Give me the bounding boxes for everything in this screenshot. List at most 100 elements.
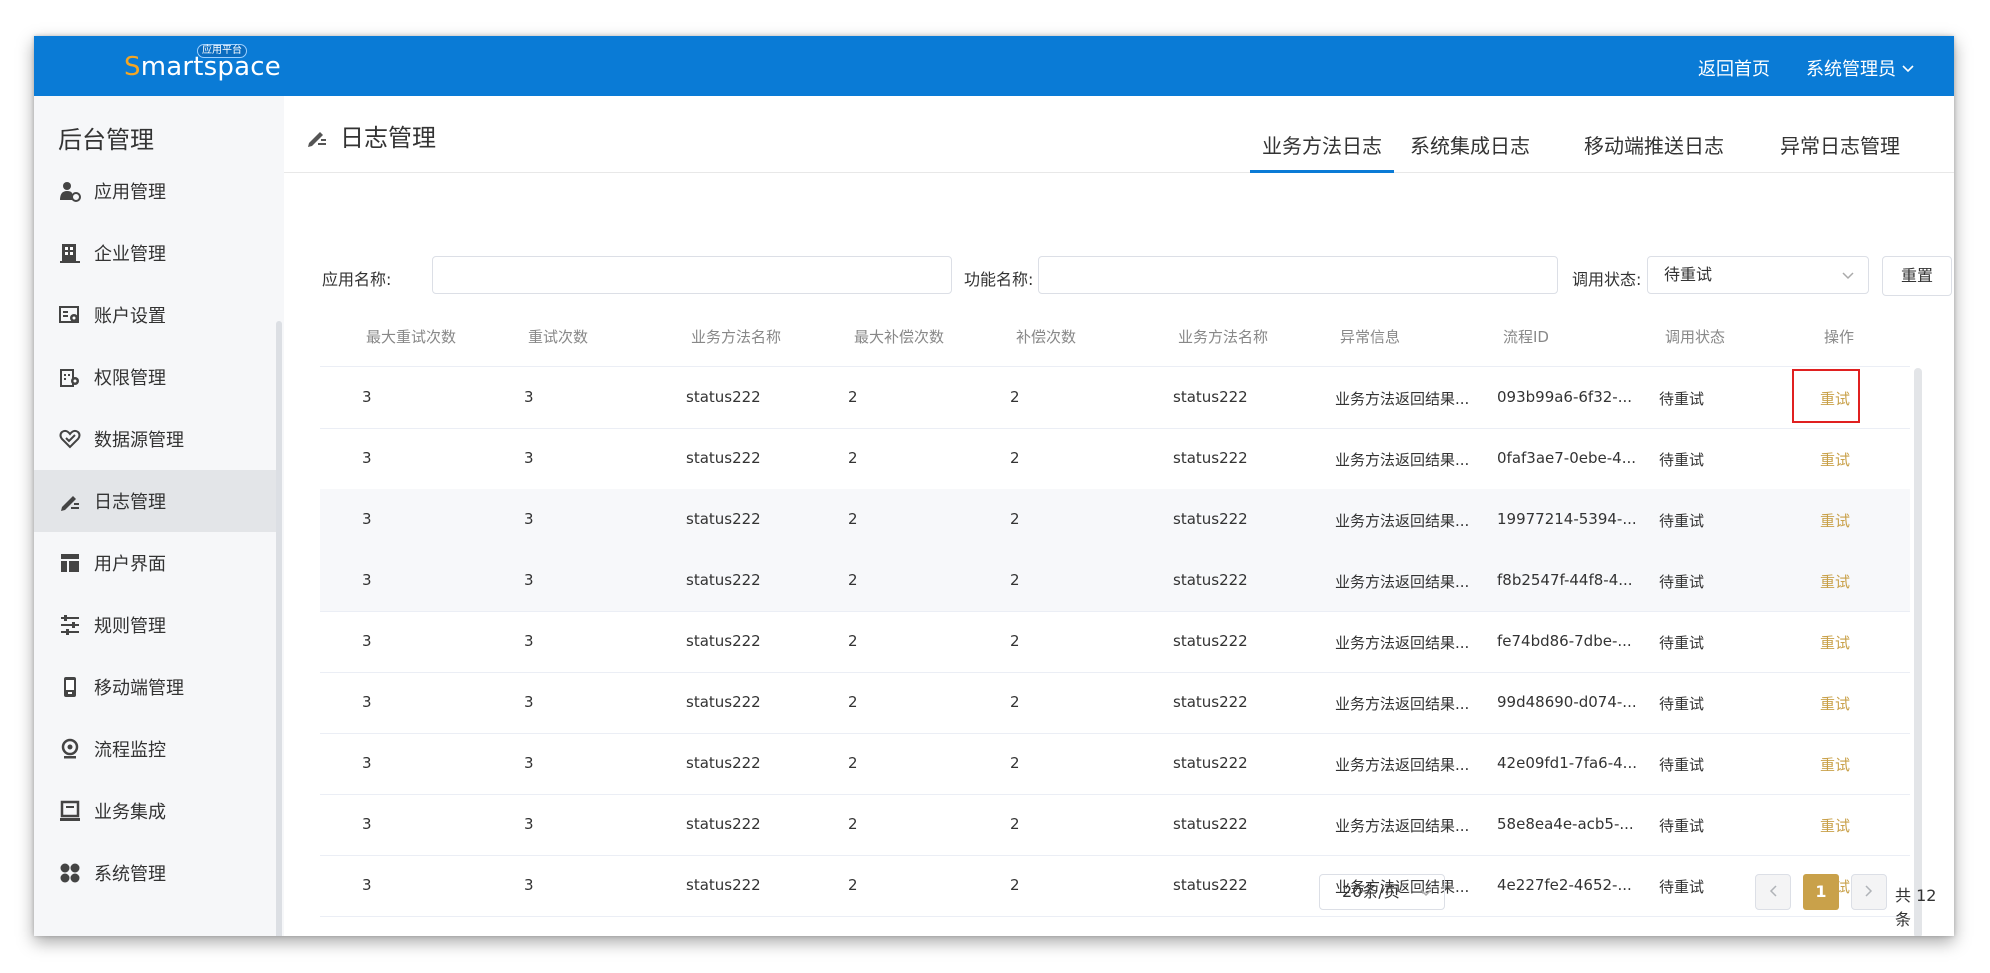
home-link[interactable]: 返回首页 [1698, 55, 1770, 81]
prev-page-button[interactable] [1755, 874, 1791, 910]
retry-link[interactable]: 重试 [1820, 510, 1850, 531]
app-name-input[interactable] [432, 256, 952, 294]
chevron-down-icon [1420, 875, 1432, 909]
table-cell: 3 [362, 388, 372, 406]
table-cell: 58e8ea4e-acb5-... [1497, 815, 1634, 833]
table-cell: status222 [686, 876, 761, 894]
highlight-box [1792, 369, 1860, 423]
column-header[interactable]: 业务方法名称 [1178, 326, 1268, 347]
sidebar: 后台管理 应用管理 企业管理 账户设置 权限管理 数据源管理 日志管理 用户界面… [34, 96, 284, 936]
tab-label: 业务方法日志 [1262, 134, 1382, 158]
retry-link[interactable]: 重试 [1820, 754, 1850, 775]
sidebar-item-datasource[interactable]: 数据源管理 [34, 408, 278, 470]
retry-link[interactable]: 重试 [1820, 449, 1850, 470]
table-cell: 待重试 [1659, 695, 1705, 713]
app-manage-icon [58, 179, 82, 203]
column-header[interactable]: 最大补偿次数 [854, 326, 944, 347]
account-settings-icon [58, 303, 82, 327]
table-cell: 3 [524, 754, 534, 772]
sidebar-scrollbar[interactable] [276, 321, 282, 936]
column-header[interactable]: 调用状态 [1665, 326, 1725, 347]
table-cell: status222 [686, 449, 761, 467]
table-cell: 3 [524, 693, 534, 711]
sidebar-item-label: 流程监控 [94, 740, 166, 761]
table-cell: 2 [1010, 632, 1020, 650]
column-header[interactable]: 操作 [1824, 326, 1854, 347]
sidebar-item-monitor[interactable]: 流程监控 [34, 718, 278, 780]
chevron-left-icon [1769, 882, 1777, 901]
retry-link[interactable]: 重试 [1820, 815, 1850, 836]
column-header[interactable]: 补偿次数 [1016, 326, 1076, 347]
page-size-value: 20条/页 [1342, 882, 1400, 901]
integration-icon [58, 799, 82, 823]
tab-mobile-push-log[interactable]: 移动端推送日志 [1584, 130, 1724, 170]
monitor-icon [58, 737, 82, 761]
chevron-down-icon [1842, 257, 1854, 293]
table-cell: 2 [848, 510, 858, 528]
column-header[interactable]: 业务方法名称 [691, 326, 781, 347]
user-menu[interactable]: 系统管理员 [1806, 55, 1914, 81]
table-cell: status222 [1173, 632, 1248, 650]
table-cell: 3 [524, 449, 534, 467]
layout-icon [58, 551, 82, 575]
table-row: 3 3 status222 2 2 status222 业务方法返回结果... 4e227fe… [320, 855, 1910, 917]
table-cell: 42e09fd1-7fa6-4... [1497, 754, 1637, 772]
column-header[interactable]: 流程ID [1503, 326, 1549, 347]
retry-link[interactable]: 重试 [1820, 632, 1850, 653]
sidebar-item-enterprise[interactable]: 企业管理 [34, 222, 278, 284]
table-cell: status222 [1173, 388, 1248, 406]
table-cell: status222 [686, 632, 761, 650]
sidebar-item-ui[interactable]: 用户界面 [34, 532, 278, 594]
sidebar-item-label: 系统管理 [94, 864, 166, 885]
sidebar-item-integration[interactable]: 业务集成 [34, 780, 278, 842]
table-cell: 业务方法返回结果... [1335, 573, 1470, 591]
status-select[interactable]: 待重试 [1647, 256, 1869, 294]
sidebar-item-permission[interactable]: 权限管理 [34, 346, 278, 408]
table-cell: 3 [524, 510, 534, 528]
table-cell: 待重试 [1659, 878, 1705, 896]
table-row: 3 3 status222 2 2 status222 业务方法返回结果... 58e8ea4… [320, 794, 1910, 856]
column-header[interactable]: 最大重试次数 [366, 326, 456, 347]
tab-exception-log[interactable]: 异常日志管理 [1780, 130, 1900, 170]
table-cell: 业务方法返回结果... [1335, 817, 1470, 835]
table-cell: status222 [686, 510, 761, 528]
sidebar-item-log[interactable]: 日志管理 [34, 470, 278, 532]
sidebar-item-app-manage[interactable]: 应用管理 [34, 160, 278, 222]
table-vertical-scrollbar[interactable] [1914, 368, 1922, 936]
table-cell: 3 [524, 571, 534, 589]
chevron-right-icon [1865, 882, 1873, 901]
sidebar-item-label: 业务集成 [94, 802, 166, 823]
table-row: 3 3 status222 2 2 status222 业务方法返回结果... fe74bd8… [320, 611, 1910, 673]
column-header[interactable]: 异常信息 [1340, 326, 1400, 347]
table-cell: 待重试 [1659, 390, 1705, 408]
table-cell: 3 [362, 754, 372, 772]
function-name-input[interactable] [1038, 256, 1558, 294]
sidebar-item-system[interactable]: 系统管理 [34, 842, 278, 904]
table-cell: 业务方法返回结果... [1335, 451, 1470, 469]
retry-link[interactable]: 重试 [1820, 693, 1850, 714]
sidebar-item-account-settings[interactable]: 账户设置 [34, 284, 278, 346]
table-cell: 2 [848, 693, 858, 711]
reset-button[interactable]: 重置 [1882, 256, 1952, 296]
table-cell: status222 [1173, 571, 1248, 589]
sidebar-item-rules[interactable]: 规则管理 [34, 594, 278, 656]
page-number-current[interactable]: 1 [1803, 874, 1839, 910]
table-cell: status222 [1173, 815, 1248, 833]
table-cell: status222 [1173, 510, 1248, 528]
table-cell: 2 [1010, 815, 1020, 833]
table-cell: 3 [362, 449, 372, 467]
logo-badge: 应用平台 [197, 44, 247, 58]
page-header: 日志管理 业务方法日志 系统集成日志 移动端推送日志 异常日志管理 [284, 96, 1954, 173]
datasource-icon [58, 427, 82, 451]
page-size-select[interactable]: 20条/页 [1319, 874, 1445, 910]
permission-icon [58, 365, 82, 389]
tab-system-integration-log[interactable]: 系统集成日志 [1410, 130, 1530, 170]
tab-business-method-log[interactable]: 业务方法日志 [1250, 130, 1394, 173]
table-row: 3 3 status222 2 2 status222 业务方法返回结果... f8b2547… [320, 550, 1910, 612]
next-page-button[interactable] [1851, 874, 1887, 910]
sidebar-item-mobile[interactable]: 移动端管理 [34, 656, 278, 718]
table-cell: status222 [1173, 449, 1248, 467]
table-cell: 2 [848, 754, 858, 772]
retry-link[interactable]: 重试 [1820, 571, 1850, 592]
column-header[interactable]: 重试次数 [528, 326, 588, 347]
